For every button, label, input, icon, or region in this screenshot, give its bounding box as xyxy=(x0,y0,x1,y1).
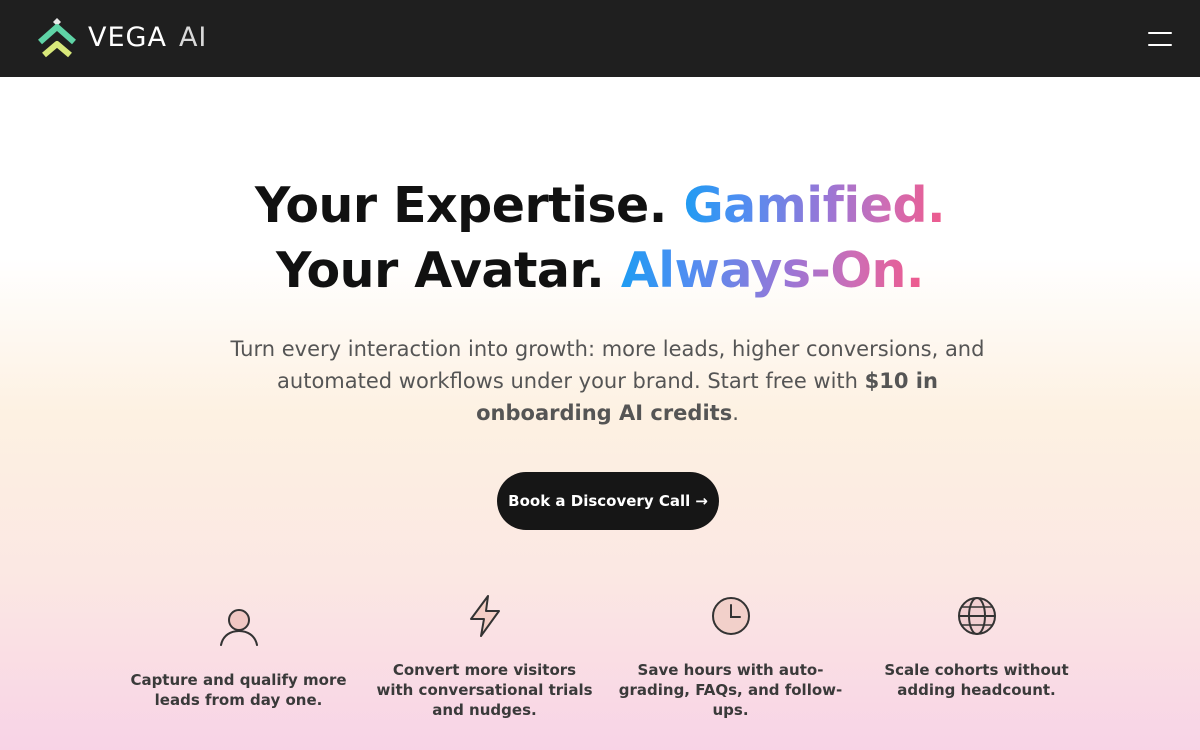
hero-section: Your Expertise. Gamified. Your Avatar. A… xyxy=(0,77,1200,750)
headline-line-1-accent: Gamified. xyxy=(683,177,946,234)
menu-line-top xyxy=(1148,32,1172,34)
menu-line-bottom xyxy=(1148,44,1172,46)
headline-line-2-plain: Your Avatar. xyxy=(276,242,605,299)
chevron-up-double-icon xyxy=(38,18,76,58)
top-navbar: VEGA AI xyxy=(0,0,1200,77)
headline-line-2: Your Avatar. Always-On. xyxy=(0,242,1200,299)
headline-line-1-plain: Your Expertise. xyxy=(254,177,668,234)
lightning-icon xyxy=(470,595,500,637)
feature-text: Save hours with auto-grading, FAQs, and … xyxy=(618,661,843,719)
headline-line-2-accent: Always-On. xyxy=(620,242,925,299)
globe-icon xyxy=(958,597,996,635)
logo-text-ai: AI xyxy=(178,21,208,53)
cta-label: Book a Discovery Call xyxy=(508,492,691,510)
book-discovery-call-button[interactable]: Book a Discovery Call → xyxy=(497,472,719,530)
user-icon xyxy=(220,609,258,646)
logo-wordmark: VEGA AI xyxy=(88,22,207,53)
clock-icon xyxy=(712,597,750,635)
headline-line-1: Your Expertise. Gamified. xyxy=(0,177,1200,234)
arrow-right-icon: → xyxy=(695,492,708,510)
logo[interactable]: VEGA AI xyxy=(36,16,207,58)
hamburger-menu-icon[interactable] xyxy=(1148,30,1172,48)
feature-text: Capture and qualify more leads from day … xyxy=(130,671,347,709)
feature-text: Scale cohorts without adding headcount. xyxy=(884,661,1069,699)
subtitle-period: . xyxy=(732,401,739,425)
feature-text: Convert more visitors with conversationa… xyxy=(376,661,593,719)
logo-text-vega: VEGA xyxy=(88,21,167,53)
hero-subtitle: Turn every interaction into growth: more… xyxy=(220,333,995,429)
